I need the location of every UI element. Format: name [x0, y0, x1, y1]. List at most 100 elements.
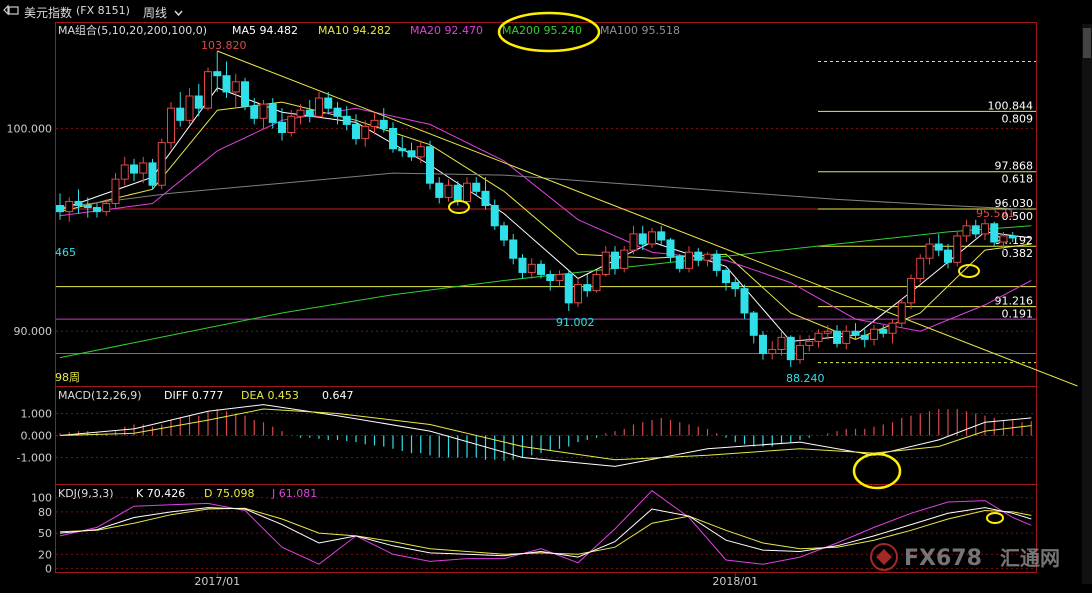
candle-down	[860, 334, 869, 340]
candle-down	[342, 115, 351, 125]
time-tick-label: 2018/01	[712, 575, 758, 588]
candle-down	[1008, 235, 1017, 239]
candle-down	[250, 105, 259, 119]
high-price-label: 103.820	[201, 39, 247, 52]
kdj-highlight-ring	[986, 512, 1004, 524]
candle-up	[648, 231, 656, 245]
price-axis: 100.000 90.000	[7, 122, 53, 338]
candle-up	[592, 273, 601, 292]
candle-down	[407, 150, 416, 158]
candle-down	[213, 71, 222, 77]
kdj-tick-label: 50	[38, 527, 52, 540]
kdj-tick-label: 0	[45, 562, 52, 575]
candle-up	[204, 71, 212, 109]
candle-down	[879, 328, 888, 334]
candle-up	[444, 184, 453, 198]
candle-up	[231, 81, 240, 93]
candle-down	[352, 123, 360, 140]
kdj-d-line	[59, 507, 1032, 555]
candle-up	[370, 119, 379, 127]
candle-up	[814, 332, 823, 342]
time-axis: 2017/01 2018/01	[194, 572, 758, 588]
diff-legend: DIFF 0.777	[164, 389, 223, 402]
vertical-scrollbar[interactable]	[1082, 24, 1092, 584]
candle-up	[685, 251, 693, 269]
candle-up	[167, 107, 175, 144]
macd-name: MACD(12,26,9)	[58, 389, 142, 402]
candle-down	[379, 119, 388, 129]
candle-down	[398, 148, 407, 152]
candle-down	[749, 312, 758, 336]
candle-down	[694, 251, 703, 261]
candle-up	[157, 142, 166, 186]
svg-text:汇通网: 汇通网	[1000, 546, 1060, 570]
candle-down	[500, 225, 508, 241]
macd-cross-highlight-ring	[852, 452, 902, 490]
candle-down	[490, 205, 499, 227]
candle-down	[546, 273, 555, 282]
candle-up	[925, 243, 934, 259]
candle-up	[999, 235, 1008, 243]
candle-down	[564, 273, 573, 304]
kdj-k-line	[59, 507, 1032, 558]
fib-price-label: 100.844	[988, 99, 1034, 112]
candle-up	[102, 202, 111, 213]
candle-up	[796, 344, 804, 361]
ma-legend: MA组合(5,10,20,200,100,0) MA5 94.482 MA10 …	[58, 11, 680, 53]
candle-up	[703, 253, 712, 261]
resistance-trendline	[217, 50, 1078, 387]
candle-up	[768, 348, 777, 355]
trendlines	[217, 50, 1078, 387]
candle-down	[148, 162, 157, 186]
candle-down	[93, 207, 101, 213]
candle-down	[675, 255, 684, 269]
chart-canvas[interactable]: 100.8440.80997.8680.61896.0300.50094.192…	[0, 0, 1092, 593]
low-price-label-1: 91.002	[556, 316, 595, 329]
candle-down	[176, 107, 185, 121]
candle-down	[971, 225, 980, 235]
time-tick-label: 2017/01	[194, 575, 240, 588]
watermark-logo: FX678 汇通网	[870, 543, 1060, 571]
candle-up	[120, 164, 129, 180]
candle-down	[305, 109, 314, 117]
ma10-legend: MA10 94.282	[318, 24, 391, 37]
candle-up	[65, 200, 74, 213]
fib-ratio-label: 0.382	[1002, 247, 1034, 260]
macd-tick-label: 1.000	[21, 407, 53, 420]
candle-down	[509, 239, 518, 259]
candle-down	[389, 127, 397, 150]
moving-average-lines	[59, 87, 1032, 359]
candle-up	[296, 109, 305, 117]
candle-down	[74, 200, 83, 207]
kdj-tick-label: 80	[38, 506, 52, 519]
candle-up	[620, 249, 629, 269]
left-cut-label: 465	[55, 246, 76, 259]
candle-down	[990, 223, 999, 243]
kdj-tick-label: 20	[38, 548, 52, 561]
ma10-line	[59, 101, 1032, 340]
candle-up	[777, 336, 786, 350]
candle-down	[712, 253, 721, 271]
ma5-line	[59, 87, 1032, 342]
candle-up	[823, 330, 832, 334]
candle-up	[842, 330, 851, 344]
candle-down	[333, 107, 342, 117]
candle-down	[657, 231, 666, 241]
candle-up	[555, 273, 564, 282]
candle-up	[361, 125, 370, 140]
candle-up	[111, 178, 120, 204]
candle-down	[583, 284, 592, 292]
recent-high-label: 95.531	[976, 207, 1015, 220]
candle-down	[324, 97, 333, 109]
candle-down	[453, 184, 462, 202]
candle-down	[481, 190, 490, 207]
ma100-legend: MA100 95.518	[600, 24, 680, 37]
macd-legend: MACD(12,26,9) DIFF 0.777 DEA 0.453 0.647	[58, 389, 354, 402]
candle-down	[56, 205, 64, 213]
candle-up	[259, 103, 268, 119]
candle-down	[934, 243, 943, 251]
dea-line	[59, 408, 1032, 461]
diff-line	[59, 404, 1032, 467]
candle-up	[574, 284, 582, 304]
dea-legend: DEA 0.453	[241, 389, 299, 402]
